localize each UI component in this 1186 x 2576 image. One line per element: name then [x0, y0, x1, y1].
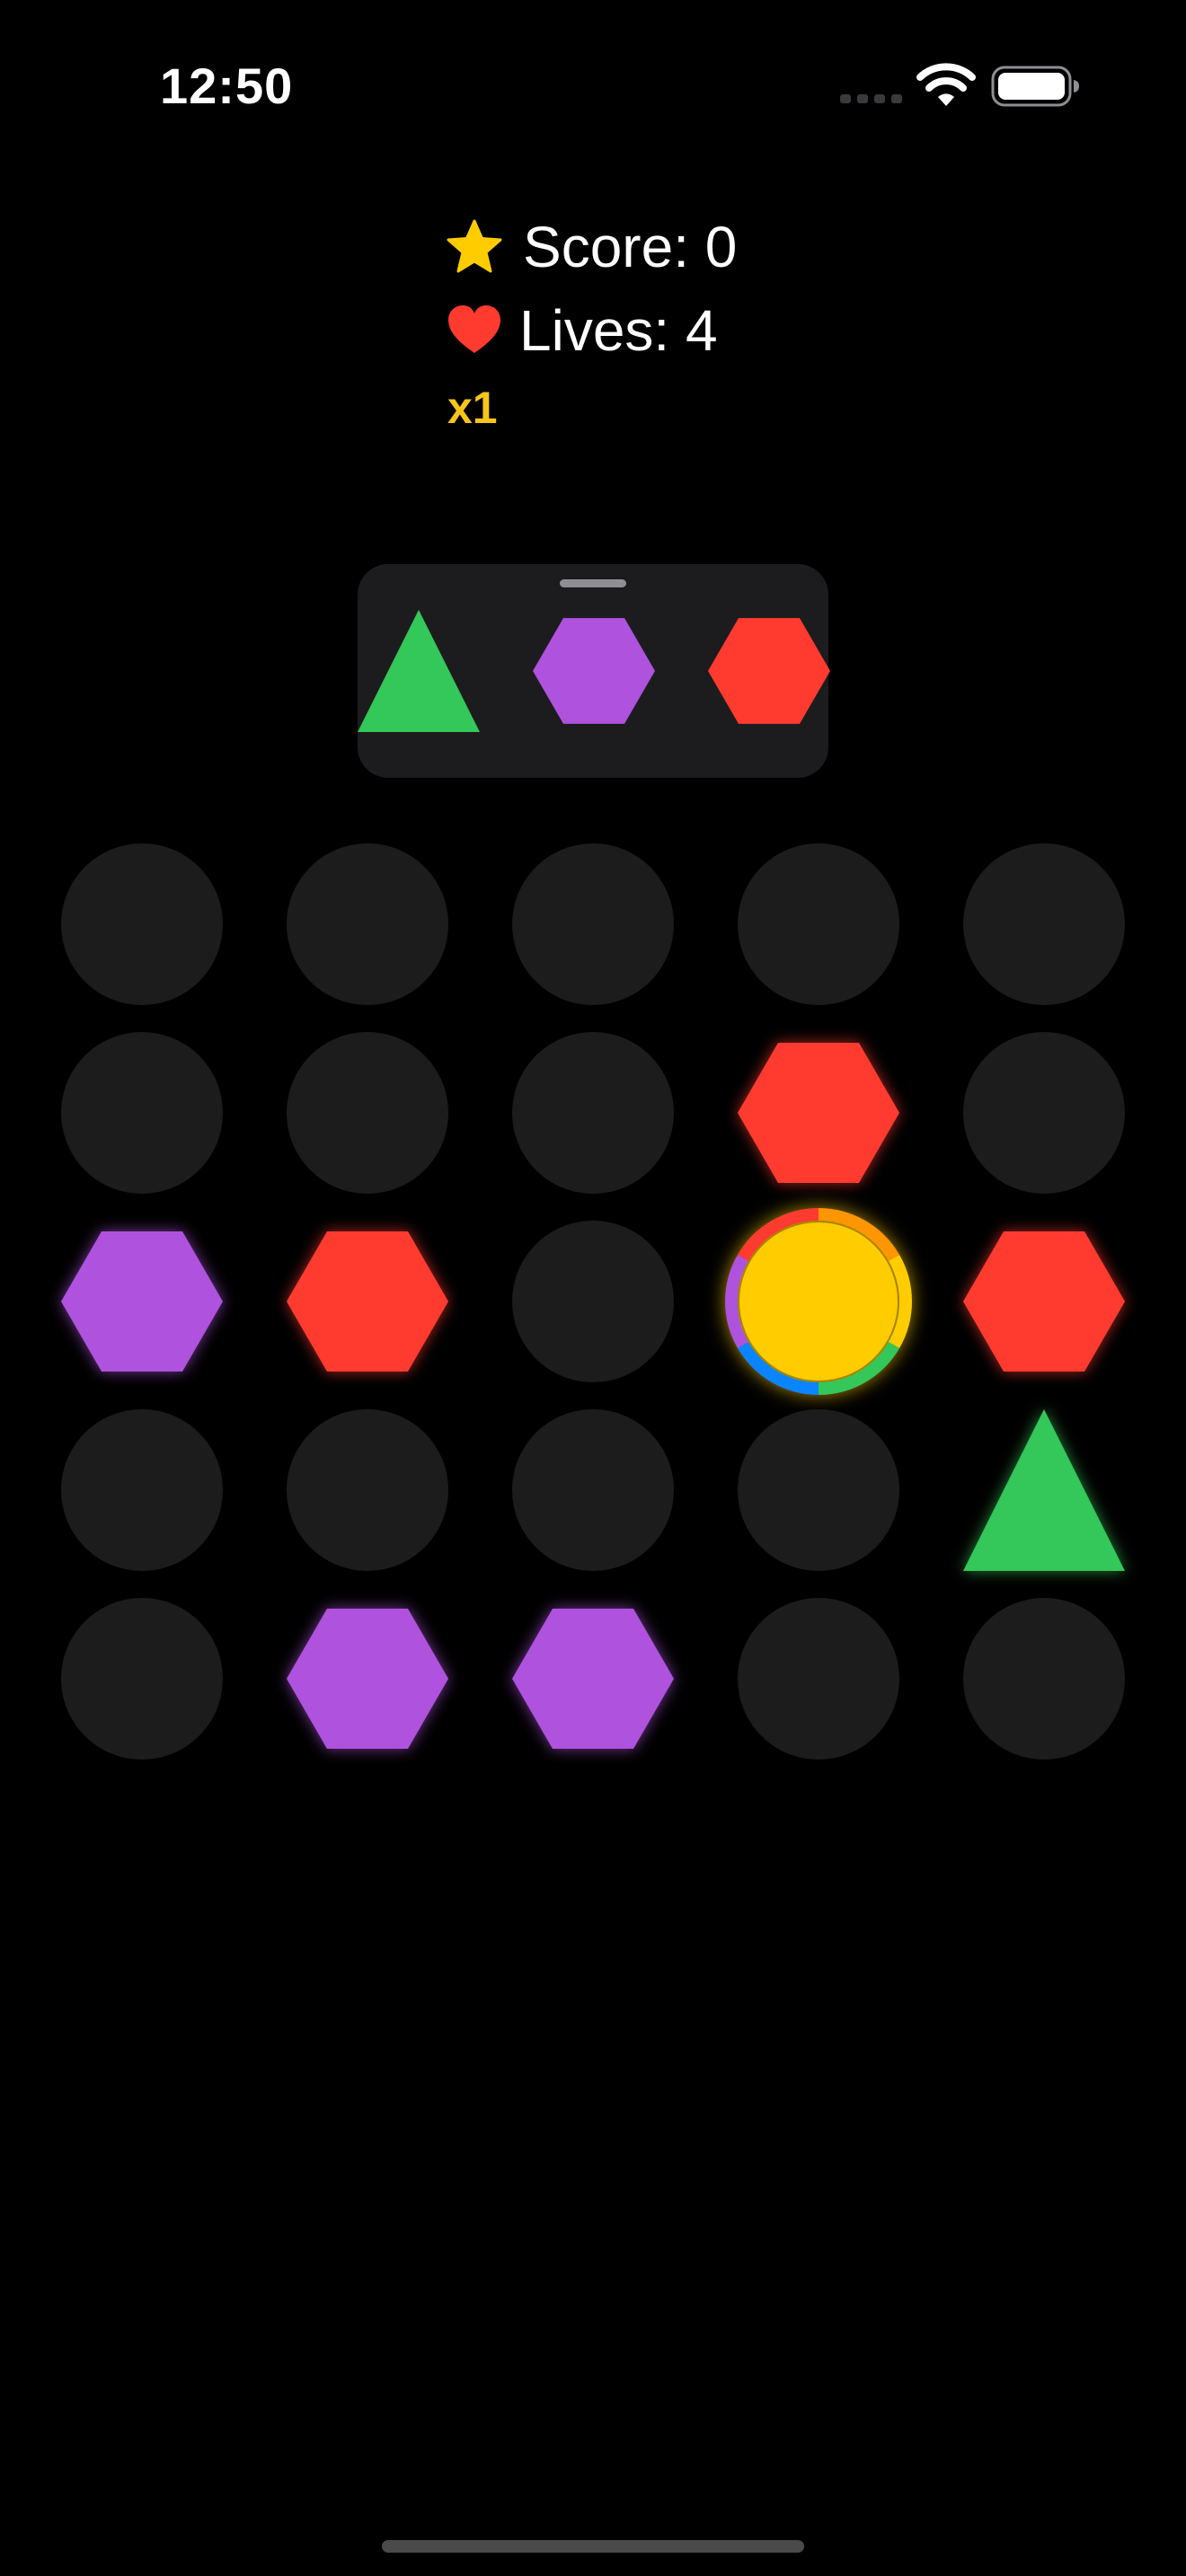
next-piece-2[interactable] [533, 610, 655, 732]
board-cell-r5-c4[interactable] [738, 1598, 899, 1760]
board-cell-r4-c3[interactable] [512, 1409, 674, 1571]
board-cell-r3-c1[interactable] [61, 1221, 223, 1382]
board-cell-r3-c3[interactable] [512, 1221, 674, 1382]
drag-handle[interactable] [560, 579, 626, 587]
empty-slot [512, 843, 674, 1005]
lives-display: Lives: 4 [446, 292, 718, 369]
empty-slot [287, 1409, 448, 1571]
board-cell-r3-c2[interactable] [287, 1221, 448, 1382]
board-cell-r4-c5[interactable] [963, 1409, 1125, 1571]
green-triangle-piece [963, 1409, 1125, 1571]
board-cell-r1-c4[interactable] [738, 843, 899, 1005]
purple-hexagon-piece [287, 1609, 448, 1749]
red-hexagon-piece [708, 618, 830, 724]
board-cell-r4-c4[interactable] [738, 1409, 899, 1571]
board-cell-r3-c4[interactable] [725, 1208, 912, 1395]
empty-slot [287, 843, 448, 1005]
board-cell-r4-c1[interactable] [61, 1409, 223, 1571]
board-cell-r1-c3[interactable] [512, 843, 674, 1005]
empty-slot [963, 1598, 1125, 1760]
battery-icon [991, 66, 1079, 107]
empty-slot [61, 1409, 223, 1571]
red-hexagon-piece [738, 1043, 899, 1183]
empty-slot [287, 1032, 448, 1194]
empty-slot [738, 1409, 899, 1571]
yellow-wildcard-circle-piece [725, 1208, 912, 1395]
wifi-icon [916, 63, 976, 106]
board-cell-r5-c2[interactable] [287, 1598, 448, 1760]
empty-slot [738, 843, 899, 1005]
heart-icon [448, 305, 500, 353]
score-label: Score: 0 [523, 215, 738, 279]
empty-slot [512, 1221, 674, 1382]
empty-slot [512, 1409, 674, 1571]
status-bar: 12:50 [0, 0, 1186, 171]
green-triangle-piece [358, 610, 480, 732]
purple-hexagon-piece [61, 1231, 223, 1372]
empty-slot [61, 843, 223, 1005]
board-cell-r2-c4[interactable] [738, 1032, 899, 1194]
board-cell-r1-c5[interactable] [963, 843, 1125, 1005]
board-cell-r5-c5[interactable] [963, 1598, 1125, 1760]
next-pieces-tray[interactable] [358, 564, 830, 778]
board-cell-r3-c5[interactable] [963, 1221, 1125, 1382]
red-hexagon-piece [963, 1231, 1125, 1372]
star-icon [447, 219, 502, 273]
cellular-signal-icon [840, 94, 902, 103]
board-cell-r1-c1[interactable] [61, 843, 223, 1005]
empty-slot [738, 1598, 899, 1760]
status-time: 12:50 [160, 57, 294, 114]
board-cell-r2-c2[interactable] [287, 1032, 448, 1194]
empty-slot [61, 1598, 223, 1760]
purple-hexagon-piece [512, 1609, 674, 1749]
empty-slot [512, 1032, 674, 1194]
multiplier-label: x1 [447, 383, 498, 433]
board-cell-r2-c1[interactable] [61, 1032, 223, 1194]
empty-slot [61, 1032, 223, 1194]
home-indicator[interactable] [382, 2540, 804, 2553]
board-cell-r2-c3[interactable] [512, 1032, 674, 1194]
board-cell-r2-c5[interactable] [963, 1032, 1125, 1194]
board-cell-r1-c2[interactable] [287, 843, 448, 1005]
board-cell-r4-c2[interactable] [287, 1409, 448, 1571]
score-display: Score: 0 [446, 207, 737, 287]
empty-slot [963, 1032, 1125, 1194]
purple-hexagon-piece [533, 618, 655, 724]
next-piece-3[interactable] [708, 610, 830, 732]
next-piece-1[interactable] [358, 610, 480, 732]
lives-label: Lives: 4 [519, 298, 718, 363]
board-cell-r5-c1[interactable] [61, 1598, 223, 1760]
red-hexagon-piece [287, 1231, 448, 1372]
board-cell-r5-c3[interactable] [512, 1598, 674, 1760]
empty-slot [963, 843, 1125, 1005]
